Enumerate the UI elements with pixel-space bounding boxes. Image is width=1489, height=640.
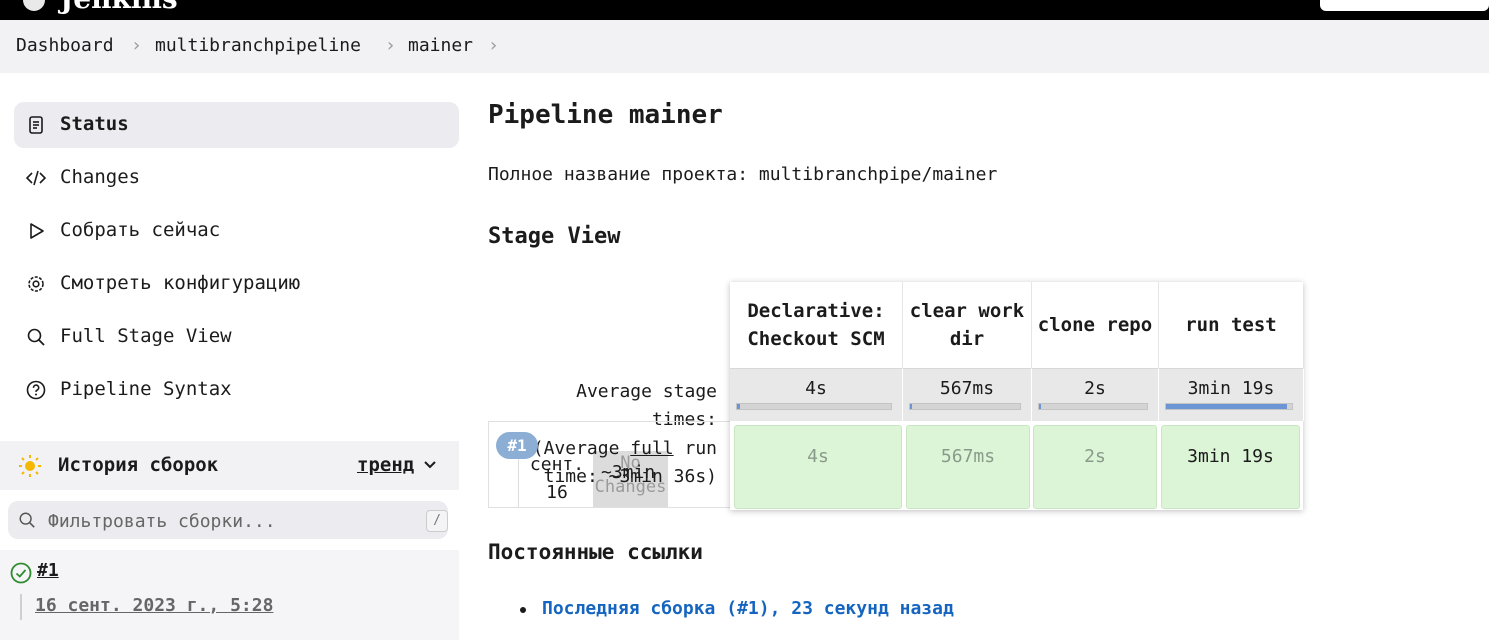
stage-cell-checkout-scm[interactable]: 4s xyxy=(734,425,902,509)
search-icon xyxy=(19,512,35,528)
build-history-header: История сборок тренд xyxy=(0,441,459,490)
play-icon xyxy=(30,223,44,239)
run-badge[interactable]: #1 xyxy=(496,432,538,459)
build-divider xyxy=(20,594,22,620)
sidebar-item-label: Собрать сейчас xyxy=(60,219,221,241)
stage-avg-time: 3min 19s xyxy=(1187,378,1275,399)
sidebar-item-label: Смотреть конфигурацию xyxy=(60,272,301,294)
sidebar-item-status[interactable]: Status xyxy=(14,102,459,148)
stage-avg-bar-fill xyxy=(737,404,741,409)
stage-avg-bar-fill xyxy=(1039,404,1041,409)
stage-header-run-test: run test xyxy=(1159,282,1303,368)
breadcrumb-mainer[interactable]: mainer xyxy=(408,35,473,56)
sun-icon xyxy=(19,455,41,477)
stage-cell-clone-repo[interactable]: 2s xyxy=(1033,425,1157,509)
sidebar-item-build-now[interactable]: Собрать сейчас xyxy=(14,208,459,254)
code-icon xyxy=(26,170,46,186)
trend-link[interactable]: тренд xyxy=(357,454,414,476)
avg-full-prefix: (Average xyxy=(532,438,631,459)
stage-cell-time: 567ms xyxy=(940,446,996,467)
stage-avg-bar-fill xyxy=(1166,404,1287,409)
breadcrumb: Dashboard › multibranchpipeline › mainer… xyxy=(0,20,1489,73)
filter-builds-input[interactable] xyxy=(46,507,410,535)
stage-avg-bar xyxy=(736,403,892,410)
stage-header-checkout-scm: Declarative: Checkout SCM xyxy=(730,282,903,368)
stage-avg-clone-repo: 2s xyxy=(1032,368,1159,421)
stage-cell-time: 3min 19s xyxy=(1187,446,1274,467)
top-bar: Jenkins xyxy=(0,0,1489,20)
bullet-icon xyxy=(520,607,526,613)
breadcrumb-multibranchpipeline[interactable]: multibranchpipeline xyxy=(155,35,361,56)
stage-avg-bar xyxy=(909,403,1021,410)
build-history-row[interactable]: #1 16 сент. 2023 г., 5:28 xyxy=(0,550,459,640)
build-history-title: История сборок xyxy=(58,454,219,476)
global-search-box[interactable] xyxy=(1320,0,1489,11)
build-date-link[interactable]: 16 сент. 2023 г., 5:28 xyxy=(35,595,273,616)
success-check-icon xyxy=(10,562,32,584)
breadcrumb-separator-icon[interactable]: › xyxy=(488,35,499,56)
breadcrumb-separator-icon: › xyxy=(131,35,142,56)
sidebar-item-changes[interactable]: Changes xyxy=(14,155,459,201)
page-title: Pipeline mainer xyxy=(488,100,723,130)
stage-header-clear-work-dir: clear work dir xyxy=(903,282,1032,368)
stage-avg-bar xyxy=(1165,403,1293,410)
breadcrumb-separator-icon: › xyxy=(385,35,396,56)
jenkins-logo-icon[interactable] xyxy=(20,0,48,14)
sidebar-item-pipeline-syntax[interactable]: Pipeline Syntax xyxy=(14,367,459,413)
stage-cell-time: 4s xyxy=(807,446,829,467)
search-icon xyxy=(27,328,45,346)
brand-title[interactable]: Jenkins xyxy=(60,0,178,15)
stage-cell-run-test[interactable]: 3min 19s xyxy=(1161,425,1300,509)
stage-avg-bar xyxy=(1038,403,1148,410)
help-icon xyxy=(26,380,46,400)
stage-view-table: Declarative: Checkout SCM clear work dir… xyxy=(730,282,1304,510)
stage-avg-checkout-scm: 4s xyxy=(730,368,903,421)
stage-cell-clear-work-dir[interactable]: 567ms xyxy=(906,425,1030,509)
stage-view-title: Stage View xyxy=(488,224,621,249)
last-build-link[interactable]: Последняя сборка (#1), 23 секунд назад xyxy=(542,598,954,619)
permalinks-title: Постоянные ссылки xyxy=(488,540,703,564)
run-duration: ~3min xyxy=(601,462,656,483)
stage-avg-clear-work-dir: 567ms xyxy=(903,368,1032,421)
stage-avg-time: 567ms xyxy=(939,378,995,399)
gear-icon xyxy=(28,276,44,292)
stage-cell-time: 2s xyxy=(1084,446,1106,467)
stage-header-clone-repo: clone repo xyxy=(1032,282,1159,368)
stage-avg-bar-fill xyxy=(910,404,912,409)
stage-avg-time: 4s xyxy=(805,378,827,399)
sidebar-item-full-stage-view[interactable]: Full Stage View xyxy=(14,314,459,360)
filter-builds-box: / xyxy=(8,501,448,539)
sidebar-item-label: Full Stage View xyxy=(60,325,232,347)
avg-full-underlined: full xyxy=(630,438,674,459)
sidebar-item-label: Changes xyxy=(60,166,141,188)
build-number-link[interactable]: #1 xyxy=(37,560,59,581)
keyboard-shortcut-hint: / xyxy=(426,510,448,532)
project-full-name: Полное название проекта: multibranchpipe… xyxy=(488,164,998,185)
sidebar-item-label: Status xyxy=(60,113,129,135)
breadcrumb-dashboard[interactable]: Dashboard xyxy=(16,35,114,56)
stage-avg-run-test: 3min 19s xyxy=(1159,368,1304,421)
chevron-down-icon[interactable] xyxy=(423,459,437,471)
sidebar-item-configuration[interactable]: Смотреть конфигурацию xyxy=(14,261,459,307)
sidebar-item-label: Pipeline Syntax xyxy=(60,378,232,400)
notepad-icon xyxy=(29,116,43,134)
stage-avg-time: 2s xyxy=(1084,378,1106,399)
